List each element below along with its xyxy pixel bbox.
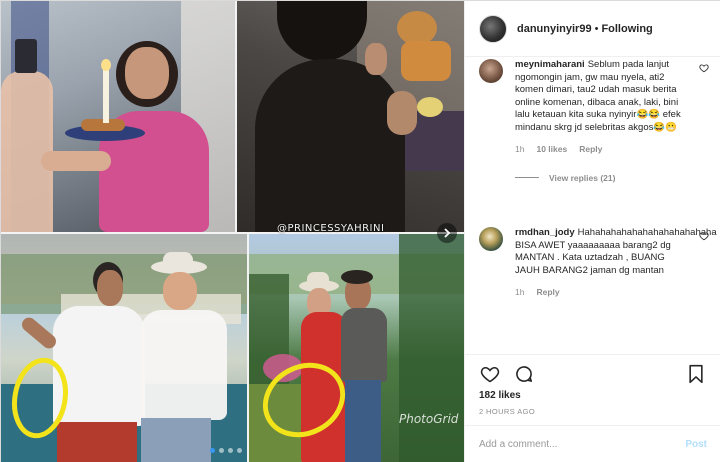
carousel-dot: [210, 448, 215, 453]
view-replies-label: View replies (21): [549, 172, 616, 183]
bookmark-icon: [689, 364, 703, 384]
post-comment-button[interactable]: Post: [685, 439, 707, 450]
comment-item: meynimaharani Seblum pada lanjut ngomongi…: [479, 59, 709, 184]
media-watermark: @PRINCESSYAHRINI: [277, 223, 385, 234]
author-avatar[interactable]: [479, 14, 507, 43]
commenter-avatar[interactable]: [479, 59, 503, 83]
photogrid-watermark-icon: PhotoGrid: [399, 412, 459, 426]
reply-button[interactable]: Reply: [579, 143, 602, 156]
commenter-username[interactable]: rmdhan_jody: [515, 227, 575, 238]
action-bar: [479, 359, 707, 389]
comment-meta: 1h Reply: [515, 286, 690, 299]
heart-icon: [480, 366, 500, 383]
view-replies-button[interactable]: View replies (21): [515, 172, 690, 185]
header-separator: •: [594, 22, 599, 35]
post-header: danunyinyir99 • Following: [465, 1, 720, 57]
post-timestamp: 2 HOURS AGO: [479, 407, 536, 416]
photo-couple-harbor: [1, 234, 247, 462]
heart-outline-icon[interactable]: [699, 231, 709, 241]
likes-count[interactable]: 182 likes: [479, 390, 707, 401]
highlight-circle-left: [12, 357, 68, 439]
chevron-right-icon: [444, 228, 451, 238]
comment-time: 1h: [515, 287, 525, 297]
post-media[interactable]: PhotoGrid @PRINCESSYAHRINI: [1, 1, 464, 462]
follow-status-button[interactable]: Following: [601, 23, 652, 35]
carousel-indicator: [210, 448, 242, 453]
replies-divider: [515, 177, 539, 179]
reply-button[interactable]: Reply: [536, 286, 559, 299]
comment-bubble-icon: [516, 366, 533, 382]
comment-likes[interactable]: 10 likes: [536, 143, 567, 156]
heart-outline-icon[interactable]: [699, 63, 709, 73]
commenter-avatar[interactable]: [479, 227, 503, 251]
comment-meta: 1h 10 likes Reply: [515, 143, 690, 156]
save-button[interactable]: [685, 363, 707, 385]
comment-button[interactable]: [513, 363, 535, 385]
author-username[interactable]: danunyinyir99: [517, 23, 592, 35]
carousel-next-button[interactable]: [437, 223, 457, 243]
carousel-dot: [237, 448, 242, 453]
post-actions: 182 likes 2 HOURS AGO: [465, 354, 720, 416]
photo-restaurant: [237, 1, 464, 232]
post-window: PhotoGrid @PRINCESSYAHRINI danunyinyir99…: [0, 0, 720, 462]
like-button[interactable]: [479, 363, 501, 385]
post-sidebar: danunyinyir99 • Following meynimaharani Seb…: [464, 1, 720, 462]
comment-input[interactable]: [479, 439, 686, 450]
highlight-circle-right: [262, 362, 346, 438]
photo-birthday-cake: [1, 1, 235, 232]
comment-text: Seblum pada lanjut ngomongin jam, gw mau…: [515, 59, 681, 133]
carousel-dot: [219, 448, 224, 453]
add-comment-bar: Post: [465, 425, 720, 462]
carousel-dot: [228, 448, 233, 453]
comments-list[interactable]: meynimaharani Seblum pada lanjut ngomongi…: [465, 57, 720, 354]
commenter-username[interactable]: meynimaharani: [515, 59, 585, 70]
comment-item: rmdhan_jody Hahahahahahahahahahahahaha BI…: [479, 227, 717, 299]
photo-couple-garden: PhotoGrid: [249, 234, 464, 462]
comment-time: 1h: [515, 144, 525, 154]
